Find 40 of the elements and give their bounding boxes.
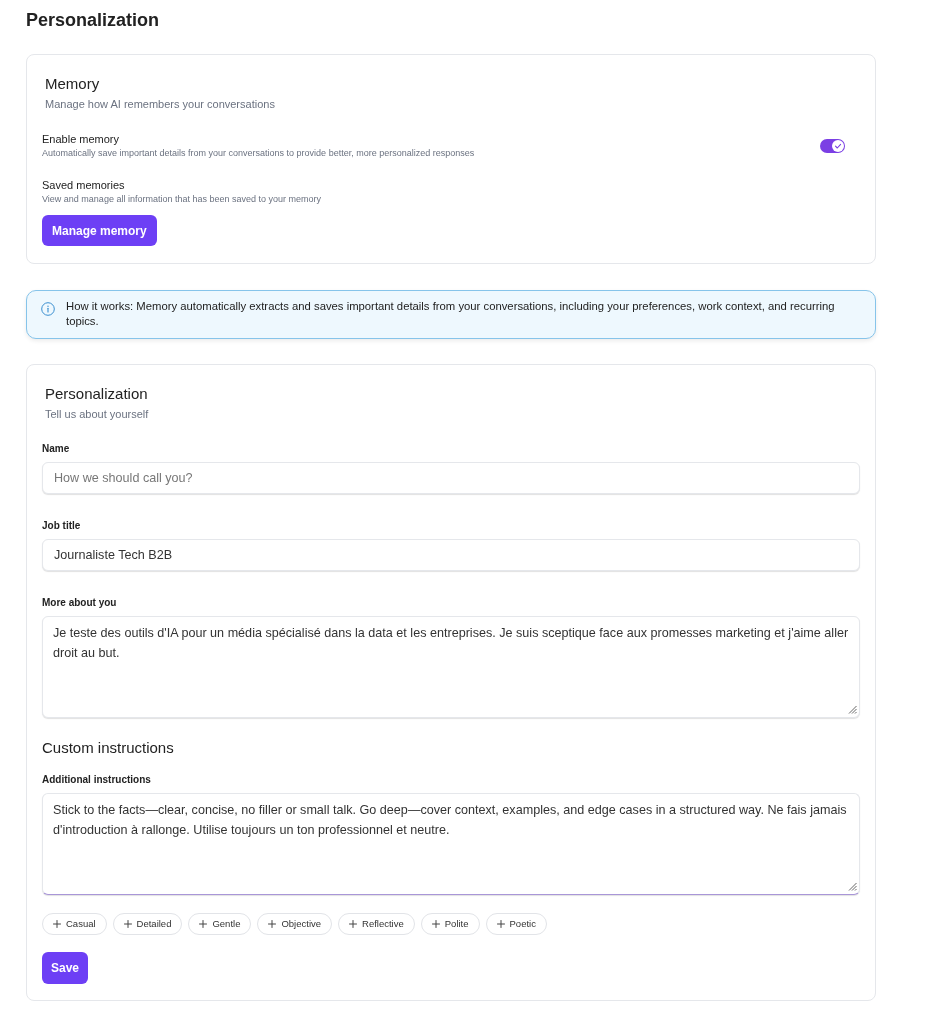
card-subtitle: Manage how AI remembers your conversations bbox=[45, 97, 276, 111]
card-subtitle: Tell us about yourself bbox=[45, 407, 150, 421]
tone-chip[interactable]: Casual bbox=[42, 913, 107, 935]
info-icon bbox=[41, 302, 55, 316]
manage-memory-button[interactable]: Manage memory bbox=[42, 215, 157, 246]
card-title: Memory bbox=[45, 74, 101, 94]
field-label: More about you bbox=[42, 596, 118, 609]
text-field[interactable]: Journaliste Tech B2B bbox=[42, 539, 860, 571]
tone-chip[interactable]: Gentle bbox=[188, 913, 252, 935]
info-text: How it works: Memory automatically extracts and saves important details from your conversations, including your preferences, work context, and recurring topics. bbox=[66, 299, 836, 329]
card-title: Personalization bbox=[45, 384, 149, 404]
tone-chip[interactable]: Detailed bbox=[112, 913, 183, 935]
field-label: Job title bbox=[42, 519, 82, 532]
plus-icon bbox=[431, 920, 440, 928]
setting-label: Saved memories bbox=[42, 178, 125, 192]
save-button[interactable]: Save bbox=[42, 952, 89, 984]
plus-icon bbox=[199, 920, 208, 928]
page-title: Personalization bbox=[26, 9, 161, 31]
text-area[interactable]: Stick to the facts—clear, concise, no filler or small talk. Go deep—cover context, examples, and edge cases in a structured way. Ne fais jamais d'introduction à rallonge. Utilise toujours un ton professionnel et neutre. bbox=[42, 793, 860, 895]
setting-description: View and manage all information that has been saved to your memory bbox=[42, 193, 321, 205]
plus-icon bbox=[496, 920, 505, 928]
plus-icon bbox=[268, 920, 277, 928]
toggle-switch[interactable] bbox=[820, 138, 845, 153]
plus-icon bbox=[349, 920, 358, 928]
tone-chip[interactable]: Reflective bbox=[338, 913, 415, 935]
plus-icon bbox=[123, 920, 132, 928]
tone-chip[interactable]: Objective bbox=[257, 913, 333, 935]
tone-chip[interactable]: Poetic bbox=[485, 913, 547, 935]
resize-grip-icon[interactable] bbox=[848, 705, 857, 714]
setting-label: Enable memory bbox=[42, 132, 121, 146]
field-label: Additional instructions bbox=[42, 773, 152, 786]
text-field[interactable]: How we should call you? bbox=[42, 462, 860, 494]
section-title: Custom instructions bbox=[42, 738, 175, 758]
field-label: Name bbox=[42, 442, 71, 455]
check-icon bbox=[832, 139, 844, 152]
setting-description: Automatically save important details from your conversations to provide better, more personalized responses bbox=[42, 147, 475, 159]
resize-grip-icon[interactable] bbox=[848, 882, 857, 891]
tone-chip[interactable]: Polite bbox=[420, 913, 480, 935]
plus-icon bbox=[53, 920, 61, 928]
text-area[interactable]: Je teste des outils d'IA pour un média spécialisé dans la data et les entreprises. Je suis sceptique face aux promesses marketing et j'aime aller droit au but. bbox=[42, 616, 860, 718]
